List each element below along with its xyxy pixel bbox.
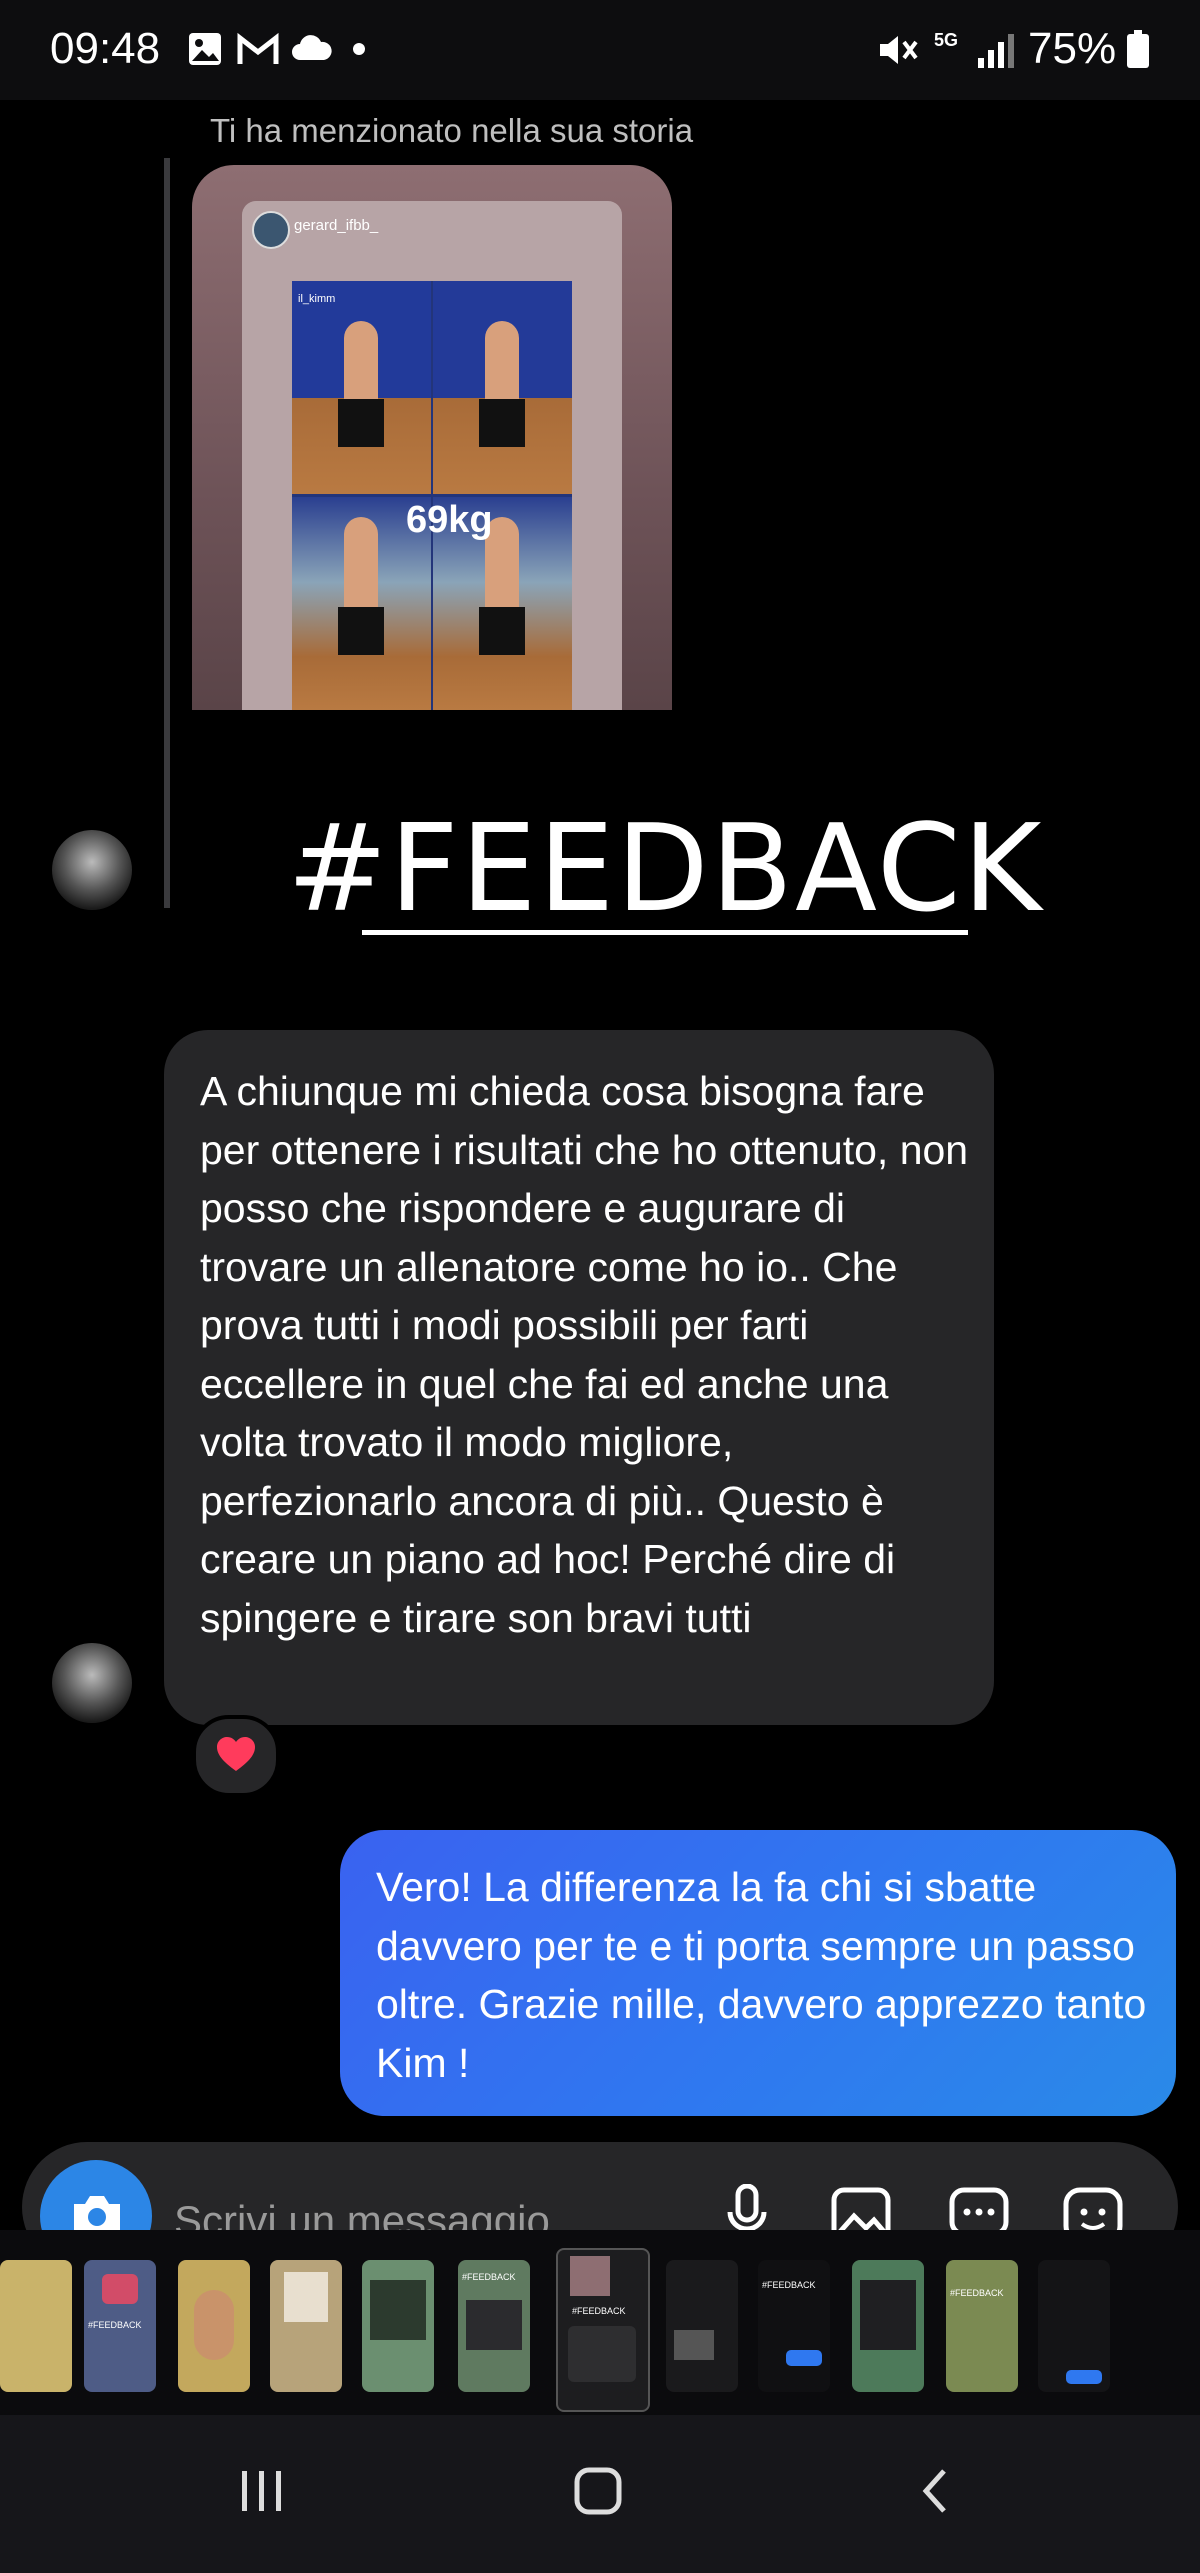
heart-icon bbox=[217, 1737, 255, 1771]
screenshot-thumbnail[interactable] bbox=[1038, 2260, 1110, 2392]
story-frame: gerard_ifbb_ il_kimm 69kg bbox=[242, 201, 622, 710]
outgoing-message-bubble[interactable]: Vero! La differenza la fa chi si sbatte … bbox=[340, 1830, 1176, 2116]
feedback-title: #FEEDBACK bbox=[287, 800, 1044, 939]
thumbnail-detail bbox=[284, 2272, 328, 2322]
story-preview[interactable]: gerard_ifbb_ il_kimm 69kg bbox=[192, 165, 672, 710]
screenshot-thumbnail-selected[interactable]: #FEEDBACK bbox=[556, 2248, 650, 2412]
screenshot-thumbnail[interactable] bbox=[178, 2260, 250, 2392]
story-username: gerard_ifbb_ bbox=[294, 217, 379, 234]
incoming-message-text: A chiunque mi chieda cosa bisogna fare p… bbox=[200, 1068, 969, 1641]
message-reaction[interactable] bbox=[192, 1715, 280, 1797]
thumbnail-detail bbox=[860, 2280, 916, 2350]
sender-avatar[interactable] bbox=[52, 830, 132, 910]
story-tag: il_kimm bbox=[298, 293, 336, 305]
thumbnail-detail bbox=[1066, 2370, 1102, 2384]
home-icon[interactable] bbox=[572, 2465, 624, 2517]
cloud-icon bbox=[292, 35, 332, 60]
athlete-shorts bbox=[479, 399, 525, 447]
screenshot-thumbnail[interactable]: #FEEDBACK bbox=[758, 2260, 830, 2392]
thumbnail-label: #FEEDBACK bbox=[462, 2272, 516, 2282]
screenshot-thumbnail[interactable] bbox=[362, 2260, 434, 2392]
network-label: 5G bbox=[934, 30, 959, 50]
status-bar: 09:48 5G 75% bbox=[0, 0, 1200, 100]
thumbnail-detail bbox=[568, 2326, 636, 2382]
battery-icon bbox=[1127, 30, 1149, 68]
screenshot-thumbnail[interactable] bbox=[270, 2260, 342, 2392]
thumbnail-detail bbox=[102, 2274, 138, 2304]
back-icon[interactable] bbox=[910, 2465, 962, 2517]
story-image: il_kimm 69kg bbox=[292, 281, 572, 710]
recent-screenshots-strip: #FEEDBACK #FEEDBACK #FEEDBACK #FEEDBACK … bbox=[0, 2230, 1200, 2415]
thumbnail-label: #FEEDBACK bbox=[762, 2280, 816, 2290]
story-mention-label: Ti ha menzionato nella sua storia bbox=[210, 112, 694, 149]
screenshot-thumbnail[interactable] bbox=[0, 2260, 72, 2392]
story-tile bbox=[433, 281, 572, 494]
athlete-shorts bbox=[338, 399, 384, 447]
screenshot-thumbnail[interactable]: #FEEDBACK bbox=[458, 2260, 530, 2392]
gmail-icon bbox=[237, 32, 279, 64]
feedback-underline bbox=[362, 930, 968, 935]
outgoing-message-text: Vero! La differenza la fa chi si sbatte … bbox=[376, 1864, 1147, 2086]
screenshot-thumbnail[interactable]: #FEEDBACK bbox=[946, 2260, 1018, 2392]
thumbnail-detail bbox=[786, 2350, 822, 2366]
athlete-shorts bbox=[479, 607, 525, 655]
reply-thread-line bbox=[164, 158, 170, 908]
mute-icon bbox=[880, 36, 918, 64]
thumbnail-detail bbox=[370, 2280, 426, 2340]
thumbnail-label: #FEEDBACK bbox=[88, 2320, 142, 2330]
story-tile bbox=[292, 281, 431, 494]
battery-level: 75% bbox=[1028, 24, 1117, 73]
incoming-message-bubble[interactable]: A chiunque mi chieda cosa bisogna fare p… bbox=[164, 1030, 994, 1725]
athlete-shorts bbox=[338, 607, 384, 655]
navigation-bar bbox=[0, 2415, 1200, 2573]
story-avatar bbox=[252, 211, 290, 249]
screenshot-thumbnail[interactable]: #FEEDBACK bbox=[84, 2260, 156, 2392]
signal-icon bbox=[978, 34, 1014, 68]
thumbnail-detail bbox=[194, 2290, 234, 2360]
status-time: 09:48 bbox=[50, 24, 161, 73]
dot-icon bbox=[353, 43, 365, 55]
thumbnail-label: #FEEDBACK bbox=[572, 2306, 626, 2316]
sender-avatar[interactable] bbox=[52, 1643, 132, 1723]
recent-apps-icon[interactable] bbox=[236, 2465, 288, 2517]
screenshot-thumbnail[interactable] bbox=[666, 2260, 738, 2392]
thumbnail-label: #FEEDBACK bbox=[950, 2288, 1004, 2298]
gallery-icon bbox=[189, 33, 221, 65]
thumbnail-detail bbox=[466, 2300, 522, 2350]
story-weight-label: 69kg bbox=[406, 499, 493, 541]
thumbnail-detail bbox=[570, 2256, 610, 2296]
screenshot-thumbnail[interactable] bbox=[852, 2260, 924, 2392]
thumbnail-detail bbox=[674, 2330, 714, 2360]
thumbnail-image bbox=[0, 2260, 72, 2392]
